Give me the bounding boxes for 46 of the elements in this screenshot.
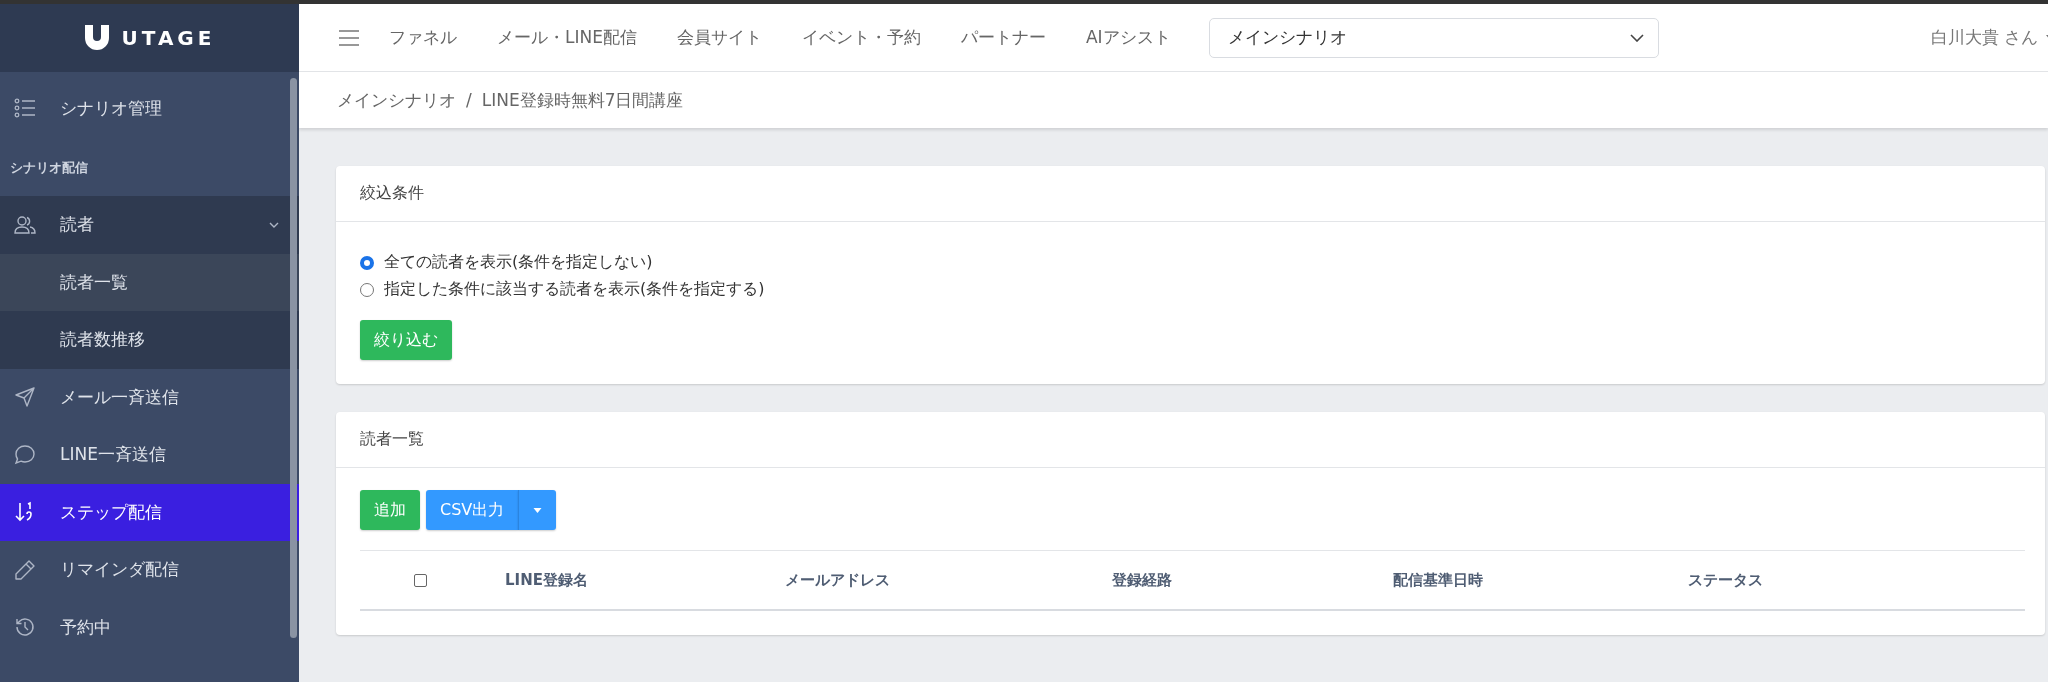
pencil-icon <box>14 558 36 581</box>
user-menu[interactable]: 白川大貴 さん <box>1930 26 2048 49</box>
menu-icon[interactable] <box>339 29 359 46</box>
column-header: 配信基準日時 <box>1393 570 1483 590</box>
column-header: メールアドレス <box>785 570 890 590</box>
list-icon <box>14 97 36 119</box>
nav-link[interactable]: AIアシスト <box>1085 26 1171 49</box>
radio-label: 全ての読者を表示(条件を指定しない) <box>384 252 653 273</box>
column-header: LINE登録名 <box>505 570 588 590</box>
sidebar-item[interactable]: ステップ配信 <box>0 483 299 541</box>
dropdown-button[interactable] <box>518 490 557 530</box>
sidebar-item[interactable]: LINE一斉送信 <box>0 426 299 484</box>
radio-button[interactable] <box>360 255 374 270</box>
logo-icon <box>83 23 110 53</box>
column-header: ステータス <box>1688 570 1763 590</box>
scenario-select[interactable]: メインシナリオ <box>1208 17 1659 58</box>
users-icon <box>14 213 36 236</box>
chevron-icon <box>269 221 279 228</box>
sidebar-subitem[interactable]: 読者数推移 <box>0 311 299 369</box>
logo-text: UTAGE <box>121 26 216 50</box>
breadcrumb-separator: / <box>466 90 472 110</box>
column-header: 登録経路 <box>1112 570 1172 590</box>
history-icon <box>14 616 36 639</box>
sidebar-item[interactable]: リマインダ配信 <box>0 541 299 599</box>
nav-link[interactable]: 会員サイト <box>676 26 762 49</box>
nav-link[interactable]: イベント・予約 <box>801 26 921 49</box>
sidebar-item[interactable]: シナリオ管理 <box>0 76 299 140</box>
card-title: 読者一覧 <box>336 412 2045 468</box>
nav-link[interactable]: メール・LINE配信 <box>497 26 637 49</box>
sidebar-item[interactable]: 予約中 <box>0 598 299 656</box>
nav-link[interactable]: パートナー <box>960 26 1046 49</box>
breadcrumb-link[interactable]: LINE登録時無料7日間講座 <box>481 88 684 112</box>
sidebar-item[interactable]: 読者 <box>0 196 299 254</box>
nav-link[interactable]: ファネル <box>389 26 457 49</box>
checkbox[interactable] <box>414 573 427 587</box>
caret-icon <box>533 507 543 513</box>
radio-label: 指定した条件に該当する読者を表示(条件を指定する) <box>384 279 765 300</box>
section-label: シナリオ配信 <box>9 159 89 177</box>
chevron-icon <box>1629 33 1644 42</box>
breadcrumb-link[interactable]: メインシナリオ <box>337 88 456 112</box>
scrollbar[interactable] <box>290 78 297 638</box>
sidebar-item[interactable]: メール一斉送信 <box>0 368 299 426</box>
chat-icon <box>14 443 36 466</box>
send-icon <box>14 386 36 409</box>
card-title: 絞込条件 <box>336 166 2045 222</box>
sidebar-subitem[interactable]: 読者一覧 <box>0 253 299 311</box>
